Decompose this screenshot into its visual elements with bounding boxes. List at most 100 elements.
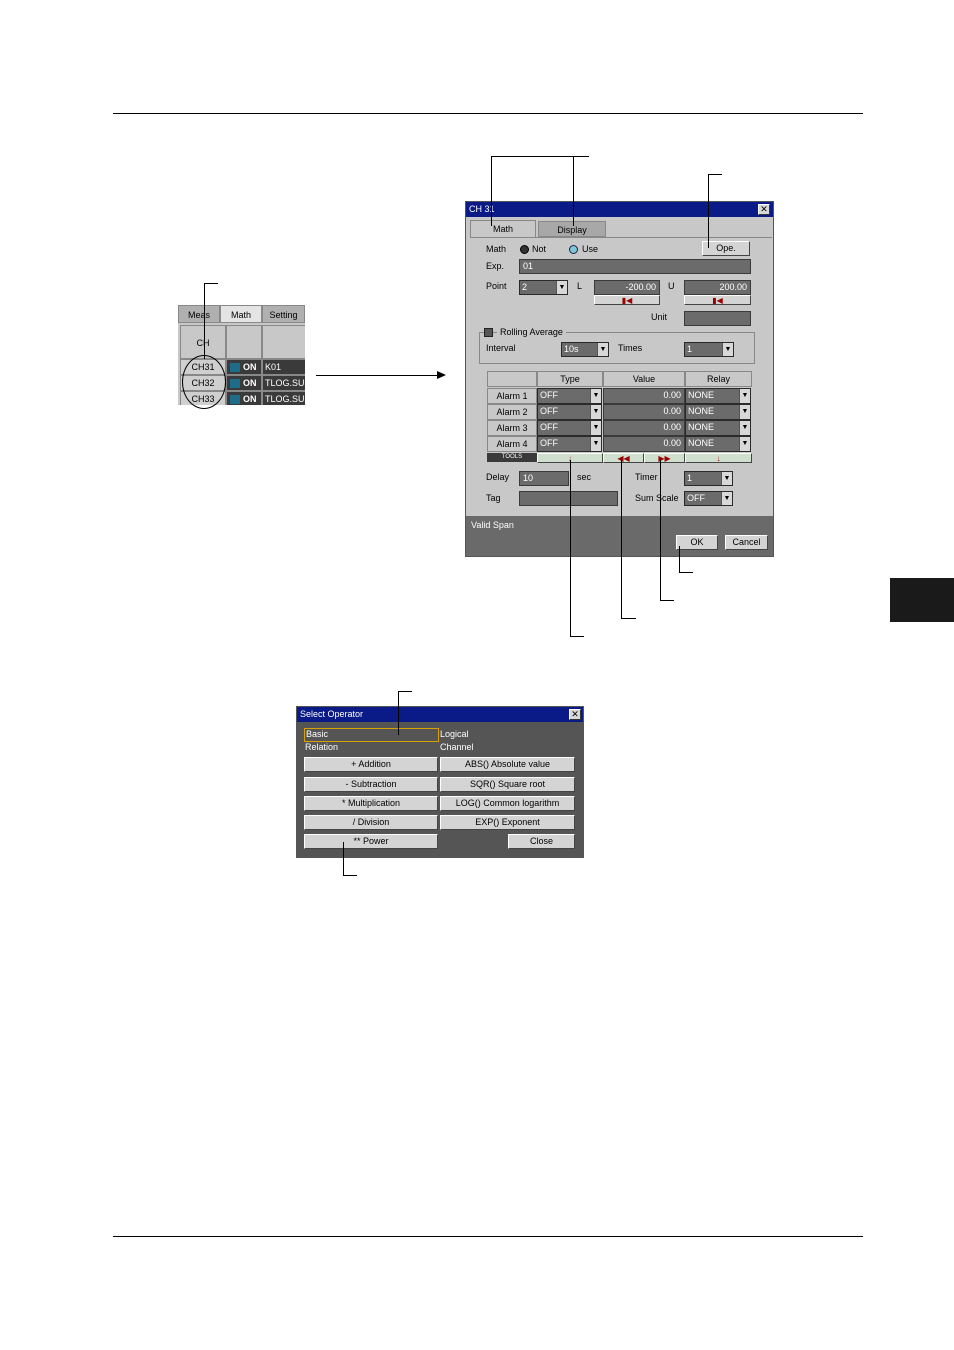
- chevron-down-icon: ▼: [721, 492, 732, 505]
- tab-meas[interactable]: Meas: [178, 305, 220, 323]
- expr-cell[interactable]: TLOG.SUM: [262, 391, 305, 405]
- l-value-field[interactable]: -200.00: [594, 280, 660, 295]
- on-cell[interactable]: ON: [226, 375, 262, 391]
- callout-line: [660, 460, 661, 601]
- rewind-icon: ◀◀: [617, 454, 630, 463]
- tag-field[interactable]: [519, 491, 618, 506]
- type-header: Type: [537, 371, 603, 387]
- expr-cell[interactable]: K01: [262, 359, 305, 375]
- chevron-down-icon: ▼: [556, 281, 567, 294]
- arrow-line: [316, 375, 438, 376]
- ope-button[interactable]: Ope.: [702, 241, 750, 256]
- alarm-row-label: Alarm 2: [487, 404, 537, 420]
- power-button[interactable]: ** Power: [304, 834, 438, 849]
- alarm-relay-select[interactable]: NONE ▼: [685, 420, 751, 436]
- exp-field[interactable]: 01: [519, 259, 751, 274]
- times-select[interactable]: 1 ▼: [684, 342, 734, 357]
- tools-forward-button[interactable]: ▶▶: [644, 453, 685, 463]
- alarm-relay-select[interactable]: NONE ▼: [685, 404, 751, 420]
- multiplication-button[interactable]: * Multiplication: [304, 796, 438, 811]
- unit-field[interactable]: [684, 311, 751, 326]
- tab-math[interactable]: Math: [470, 220, 536, 237]
- alarm-type-select[interactable]: OFF ▼: [537, 404, 602, 420]
- alarm-corner-cell: [487, 371, 537, 387]
- on-label: ON: [243, 362, 257, 372]
- callout-line: [570, 460, 571, 637]
- operator-close-button[interactable]: Close: [508, 834, 575, 849]
- callout-line: [621, 460, 622, 619]
- chevron-down-icon: ▼: [722, 343, 733, 356]
- callout-line: [708, 174, 722, 175]
- alarm-value-field[interactable]: 0.00: [603, 436, 685, 452]
- u-value-field[interactable]: 200.00: [684, 280, 751, 295]
- tools-rewind-button[interactable]: ◀◀: [603, 453, 644, 463]
- alarm-value-field[interactable]: 0.00: [603, 404, 685, 420]
- math-use-label: Use: [582, 244, 599, 254]
- alarm-relay-value: NONE: [688, 438, 715, 448]
- math-not-label: Not: [532, 244, 547, 254]
- subtraction-button[interactable]: - Subtraction: [304, 777, 438, 792]
- channel-dialog: CH 31 ✕ Math Display Math Not Use Ope. E…: [465, 201, 774, 557]
- exp-button[interactable]: EXP() Exponent: [440, 815, 575, 830]
- dialog-close-icon[interactable]: ✕: [758, 204, 770, 215]
- times-value: 1: [687, 344, 693, 354]
- math-use-radio[interactable]: [569, 245, 578, 254]
- rolling-average-checkbox[interactable]: [484, 328, 493, 337]
- callout-line: [343, 875, 357, 876]
- delay-field[interactable]: 10: [519, 471, 569, 486]
- relay-header: Relay: [685, 371, 752, 387]
- tag-label: Tag: [486, 493, 501, 503]
- category-basic[interactable]: Basic: [304, 728, 439, 742]
- tools-label: TOOLS: [487, 453, 537, 462]
- addition-button[interactable]: + Addition: [304, 757, 438, 772]
- interval-select[interactable]: 10s ▼: [561, 342, 609, 357]
- alarm-relay-select[interactable]: NONE ▼: [685, 388, 751, 404]
- alarm-value-field[interactable]: 0.00: [603, 420, 685, 436]
- log-button[interactable]: LOG() Common logarithm: [440, 796, 575, 811]
- alarm-row-label: Alarm 3: [487, 420, 537, 436]
- expr-column-header: [262, 325, 305, 359]
- callout-line: [398, 691, 399, 735]
- expr-cell[interactable]: TLOG.SUM: [262, 375, 305, 391]
- category-relation[interactable]: Relation: [305, 742, 338, 753]
- l-step-button[interactable]: ▮◀: [594, 295, 660, 305]
- alarm-relay-value: NONE: [688, 390, 715, 400]
- category-logical[interactable]: Logical: [440, 729, 469, 740]
- operator-title: Select Operator: [300, 709, 364, 719]
- point-select[interactable]: 2 ▼: [519, 280, 568, 295]
- timer-select[interactable]: 1 ▼: [684, 471, 733, 486]
- alarm-type-select[interactable]: OFF ▼: [537, 420, 602, 436]
- abs-button[interactable]: ABS() Absolute value: [440, 757, 575, 772]
- u-step-button[interactable]: ▮◀: [684, 295, 751, 305]
- step-left-icon: ▮◀: [621, 296, 633, 305]
- alarm-value-field[interactable]: 0.00: [603, 388, 685, 404]
- l-label: L: [577, 281, 583, 291]
- sum-scale-select[interactable]: OFF ▼: [684, 491, 733, 506]
- on-cell[interactable]: ON: [226, 391, 262, 405]
- tab-math[interactable]: Math: [220, 305, 262, 323]
- on-cell[interactable]: ON: [226, 359, 262, 375]
- math-not-radio[interactable]: [520, 245, 529, 254]
- on-label: ON: [243, 394, 257, 404]
- chevron-down-icon: ▼: [590, 437, 601, 451]
- down-arrow-icon: ↓: [716, 454, 721, 463]
- sqr-button[interactable]: SQR() Square root: [440, 777, 575, 792]
- operator-close-icon[interactable]: ✕: [569, 709, 581, 720]
- alarm-relay-select[interactable]: NONE ▼: [685, 436, 751, 452]
- category-channel[interactable]: Channel: [440, 742, 474, 753]
- select-operator-dialog: Select Operator ✕ Basic Logical Relation…: [296, 706, 584, 858]
- cancel-button[interactable]: Cancel: [725, 535, 768, 550]
- division-button[interactable]: / Division: [304, 815, 438, 830]
- callout-line: [204, 283, 218, 284]
- tab-setting[interactable]: Setting: [262, 305, 305, 323]
- ok-button[interactable]: OK: [676, 535, 718, 550]
- tools-relay-button[interactable]: ↓: [685, 453, 752, 463]
- tab-display[interactable]: Display: [538, 221, 606, 237]
- alarm-type-value: OFF: [540, 438, 558, 448]
- point-label: Point: [486, 281, 507, 291]
- chevron-down-icon: ▼: [739, 405, 750, 419]
- alarm-type-select[interactable]: OFF ▼: [537, 388, 602, 404]
- callout-line: [660, 600, 674, 601]
- callout-line: [679, 572, 693, 573]
- alarm-type-select[interactable]: OFF ▼: [537, 436, 602, 452]
